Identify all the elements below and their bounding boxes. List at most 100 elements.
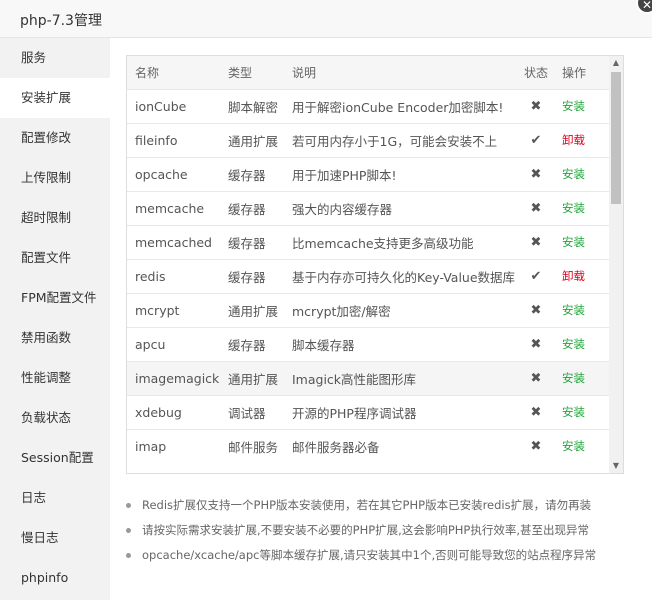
- window-title: php-7.3管理: [20, 13, 102, 29]
- sidebar-item[interactable]: 性能调整: [0, 358, 110, 398]
- cell-desc: 用于加速PHP脚本!: [292, 167, 397, 183]
- status-cell: ✖: [518, 89, 554, 123]
- cell-desc: 若可用内存小于1G，可能会安装不上: [292, 133, 498, 149]
- bullet-icon: [126, 528, 131, 533]
- cell-name: ionCube: [135, 98, 187, 114]
- cell-type: 缓存器: [228, 167, 266, 183]
- install-button[interactable]: 安装: [562, 201, 585, 215]
- install-button[interactable]: 安装: [562, 439, 585, 453]
- notes-list: Redis扩展仅支持一个PHP版本安装使用，若在其它PHP版本已安装redis扩…: [126, 493, 626, 568]
- column-header-status: 状态: [523, 65, 548, 80]
- sidebar-item[interactable]: 配置文件: [0, 238, 110, 278]
- cell-type: 缓存器: [228, 235, 266, 251]
- extensions-table: 名称 类型 说明 状态 操作 ionCube 脚本解密 用于解密ionCube En…: [127, 56, 610, 463]
- cell-type: 邮件服务: [228, 439, 279, 455]
- cell-desc: 用于解密ionCube Encoder加密脚本!: [292, 99, 504, 115]
- bullet-icon: [126, 503, 131, 508]
- check-icon: ✔: [530, 269, 542, 284]
- column-header-type: 类型: [228, 65, 253, 80]
- cell-type: 通用扩展: [228, 303, 279, 319]
- table-row: xdebug 调试器 开源的PHP程序调试器 ✖ 安装: [127, 395, 610, 429]
- sidebar-item[interactable]: 负载状态: [0, 398, 110, 438]
- status-cell: ✖: [518, 157, 554, 191]
- note-item: Redis扩展仅支持一个PHP版本安装使用，若在其它PHP版本已安装redis扩…: [126, 493, 626, 518]
- table-row: redis 缓存器 基于内存亦可持久化的Key-Value数据库 ✔ 卸载: [127, 259, 610, 293]
- install-button[interactable]: 安装: [562, 235, 585, 249]
- cell-name: apcu: [135, 336, 166, 352]
- column-header-op: 操作: [562, 65, 587, 80]
- table-row: imagemagick 通用扩展 Imagick高性能图形库 ✖ 安装: [127, 361, 610, 395]
- install-button[interactable]: 安装: [562, 167, 585, 181]
- install-button[interactable]: 安装: [562, 337, 585, 351]
- sidebar-item[interactable]: 安装扩展: [0, 78, 110, 118]
- op-cell: 安装: [554, 327, 610, 361]
- sidebar-item[interactable]: 超时限制: [0, 198, 110, 238]
- scroll-up-arrow-icon[interactable]: ▲: [609, 56, 623, 70]
- status-cell: ✔: [518, 259, 554, 293]
- table-row: fileinfo 通用扩展 若可用内存小于1G，可能会安装不上 ✔ 卸载: [127, 123, 610, 157]
- cell-desc: 强大的内容缓存器: [292, 201, 393, 217]
- scroll-down-arrow-icon[interactable]: ▼: [609, 459, 623, 473]
- op-cell: 卸载: [554, 259, 610, 293]
- table-row: ionCube 脚本解密 用于解密ionCube Encoder加密脚本! ✖ 安装: [127, 89, 610, 123]
- table-scrollbar[interactable]: ▲ ▼: [609, 56, 623, 473]
- cross-icon: ✖: [530, 371, 542, 386]
- op-cell: 安装: [554, 293, 610, 327]
- note-text: opcache/xcache/apc等脚本缓存扩展,请只安装其中1个,否则可能导…: [142, 548, 597, 562]
- install-button[interactable]: 安装: [562, 405, 585, 419]
- note-item: opcache/xcache/apc等脚本缓存扩展,请只安装其中1个,否则可能导…: [126, 543, 626, 568]
- cross-icon: ✖: [530, 235, 542, 250]
- cross-icon: ✖: [530, 303, 542, 318]
- sidebar-item[interactable]: 日志: [0, 478, 110, 518]
- sidebar-item[interactable]: Session配置: [0, 438, 110, 478]
- note-text: 请按实际需求安装扩展,不要安装不必要的PHP扩展,这会影响PHP执行效率,甚至出…: [142, 523, 589, 537]
- op-cell: 安装: [554, 89, 610, 123]
- cell-name: memcache: [135, 200, 205, 216]
- sidebar-item[interactable]: 禁用函数: [0, 318, 110, 358]
- status-cell: ✖: [518, 225, 554, 259]
- op-cell: 安装: [554, 395, 610, 429]
- cross-icon: ✖: [530, 201, 542, 216]
- cell-desc: 开源的PHP程序调试器: [292, 405, 417, 421]
- cell-desc: 邮件服务器必备: [292, 439, 380, 455]
- install-button[interactable]: 安装: [562, 99, 585, 113]
- cell-name: imagemagick: [135, 370, 220, 386]
- sidebar-item[interactable]: 服务: [0, 38, 110, 78]
- uninstall-button[interactable]: 卸载: [562, 269, 585, 283]
- table-header-row: 名称 类型 说明 状态 操作: [127, 56, 610, 89]
- cross-icon: ✖: [530, 405, 542, 420]
- table-row: mcrypt 通用扩展 mcrypt加密/解密 ✖ 安装: [127, 293, 610, 327]
- cell-name: mcrypt: [135, 302, 180, 318]
- cell-type: 缓存器: [228, 337, 266, 353]
- install-button[interactable]: 安装: [562, 303, 585, 317]
- column-header-desc: 说明: [292, 65, 317, 80]
- op-cell: 安装: [554, 429, 610, 463]
- sidebar-item[interactable]: phpinfo: [0, 558, 110, 598]
- cell-type: 调试器: [228, 405, 266, 421]
- status-cell: ✔: [518, 123, 554, 157]
- table-row: imap 邮件服务 邮件服务器必备 ✖ 安装: [127, 429, 610, 463]
- cross-icon: ✖: [530, 337, 542, 352]
- cross-icon: ✖: [530, 167, 542, 182]
- sidebar-item[interactable]: 配置修改: [0, 118, 110, 158]
- cell-name: imap: [135, 438, 167, 454]
- sidebar-item[interactable]: FPM配置文件: [0, 278, 110, 318]
- op-cell: 安装: [554, 191, 610, 225]
- cell-name: memcached: [135, 234, 212, 250]
- column-header-name: 名称: [135, 65, 160, 80]
- table-row: memcache 缓存器 强大的内容缓存器 ✖ 安装: [127, 191, 610, 225]
- check-icon: ✔: [530, 133, 542, 148]
- install-button[interactable]: 安装: [562, 371, 585, 385]
- cell-type: 通用扩展: [228, 133, 279, 149]
- sidebar-item[interactable]: 慢日志: [0, 518, 110, 558]
- sidebar-item[interactable]: 上传限制: [0, 158, 110, 198]
- op-cell: 安装: [554, 157, 610, 191]
- cell-type: 缓存器: [228, 201, 266, 217]
- cell-desc: 基于内存亦可持久化的Key-Value数据库: [292, 269, 516, 285]
- cross-icon: ✖: [530, 439, 542, 455]
- cell-desc: 脚本缓存器: [292, 337, 355, 353]
- uninstall-button[interactable]: 卸载: [562, 133, 585, 147]
- op-cell: 卸载: [554, 123, 610, 157]
- status-cell: ✖: [518, 395, 554, 429]
- scroll-thumb[interactable]: [611, 72, 621, 204]
